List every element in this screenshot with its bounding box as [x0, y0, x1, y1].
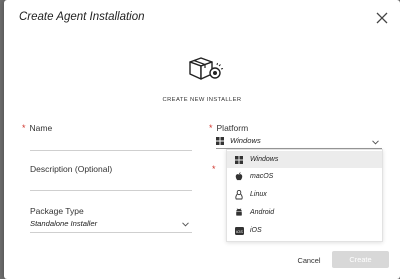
option-label: Android — [250, 209, 275, 216]
package-type-select[interactable]: Standalone Installer — [30, 219, 97, 228]
package-type-underline — [30, 232, 192, 233]
option-label: macOS — [250, 173, 274, 180]
apple-icon — [234, 172, 244, 182]
hero-caption: CREATE NEW INSTALLER — [162, 97, 242, 103]
cancel-button[interactable]: Cancel — [290, 252, 328, 268]
windows-icon — [216, 137, 224, 145]
platform-label-text: Platform — [216, 123, 249, 133]
platform-select[interactable]: Windows — [230, 136, 261, 145]
required-marker: * — [212, 164, 216, 174]
close-icon[interactable] — [376, 12, 388, 24]
dialog-title: Create Agent Installation — [19, 11, 145, 23]
option-label: Windows — [250, 156, 279, 163]
name-input[interactable] — [30, 150, 192, 151]
platform-option-macos[interactable]: macOS — [227, 168, 382, 185]
create-agent-dialog: Create Agent Installation CREATE NEW INS… — [4, 0, 400, 279]
platform-option-android[interactable]: Android — [227, 204, 382, 221]
svg-text:iOS: iOS — [236, 228, 243, 233]
platform-dropdown-menu: Windows macOS Linux Android iOS iOS — [226, 149, 383, 242]
windows-icon — [234, 155, 244, 165]
required-marker: * — [22, 123, 26, 133]
platform-option-linux[interactable]: Linux — [227, 186, 382, 203]
package-type-label: Package Type — [30, 206, 84, 216]
name-label: * Name — [22, 123, 52, 133]
installer-box-icon — [189, 57, 224, 80]
option-label: Linux — [250, 191, 267, 198]
platform-option-ios[interactable]: iOS iOS — [227, 222, 382, 239]
platform-label: * Platform — [209, 123, 248, 133]
name-label-text: Name — [29, 123, 53, 133]
chevron-down-icon[interactable] — [372, 140, 379, 145]
description-label: Description (Optional) — [30, 164, 113, 174]
option-label: iOS — [250, 227, 262, 234]
platform-option-windows[interactable]: Windows — [227, 151, 382, 168]
linux-icon — [234, 189, 244, 200]
required-marker: * — [209, 123, 213, 133]
chevron-down-icon[interactable] — [182, 222, 189, 227]
android-icon — [234, 208, 244, 218]
description-input[interactable] — [30, 190, 192, 191]
ios-icon: iOS — [234, 226, 244, 236]
create-button[interactable]: Create — [332, 251, 389, 268]
